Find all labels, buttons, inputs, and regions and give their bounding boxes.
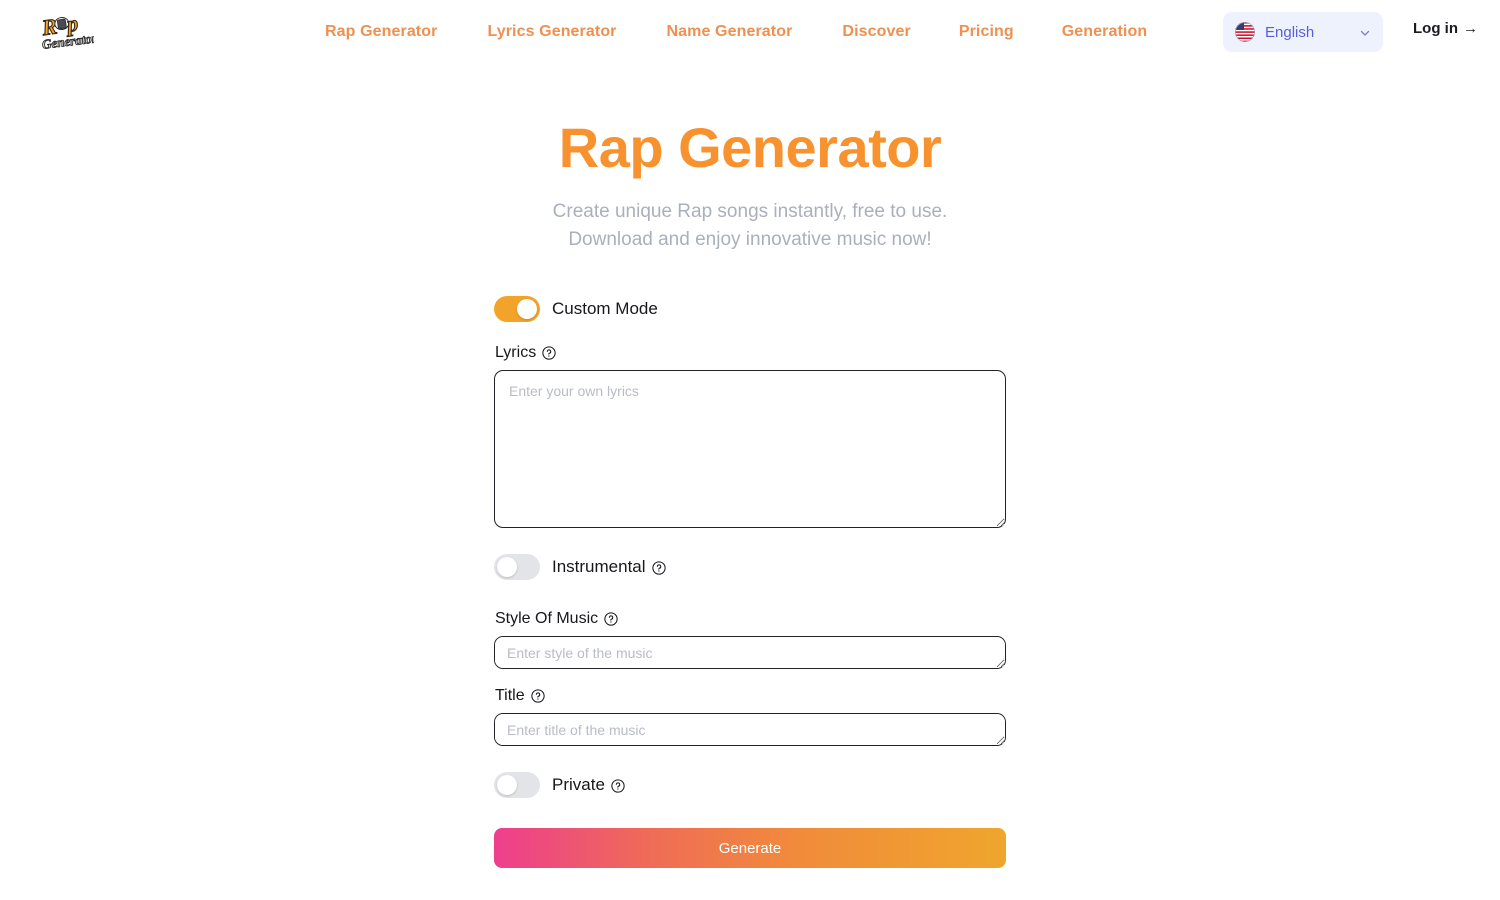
instrumental-toggle[interactable] <box>494 554 540 581</box>
help-circle-icon[interactable] <box>611 778 625 793</box>
toggle-knob <box>517 299 537 320</box>
generate-button[interactable]: Generate <box>494 828 1006 869</box>
custom-mode-toggle[interactable] <box>494 296 540 323</box>
nav-item-rap-generator[interactable]: Rap Generator <box>325 23 437 41</box>
title-label: Title <box>495 687 525 705</box>
nav-item-generation[interactable]: Generation <box>1062 23 1147 41</box>
us-flag-icon <box>1235 22 1255 42</box>
instrumental-row: Instrumental <box>494 554 1006 581</box>
private-label: Private <box>552 775 625 795</box>
custom-mode-label: Custom Mode <box>552 299 658 319</box>
lyrics-input[interactable] <box>494 370 1006 529</box>
main-nav: Rap Generator Lyrics Generator Name Gene… <box>325 0 1147 64</box>
subtitle-line-2: Download and enjoy innovative music now! <box>568 229 932 251</box>
chevron-down-icon <box>1359 26 1371 38</box>
language-selector[interactable]: English <box>1223 12 1383 52</box>
site-logo[interactable]: R p Generator <box>38 10 99 54</box>
private-row: Private <box>494 772 1006 799</box>
title-label-row: Title <box>495 687 1006 705</box>
style-label: Style Of Music <box>495 610 599 628</box>
private-toggle[interactable] <box>494 772 540 799</box>
instrumental-label: Instrumental <box>552 557 666 577</box>
title-input[interactable] <box>494 713 1006 747</box>
subtitle-line-1: Create unique Rap songs instantly, free … <box>552 201 948 222</box>
nav-item-discover[interactable]: Discover <box>842 23 910 41</box>
nav-item-lyrics-generator[interactable]: Lyrics Generator <box>487 23 616 41</box>
help-circle-icon[interactable] <box>530 689 545 703</box>
arrow-right-icon: → <box>1463 20 1478 37</box>
login-label: Log in <box>1413 20 1458 37</box>
nav-item-pricing[interactable]: Pricing <box>959 23 1014 41</box>
nav-item-name-generator[interactable]: Name Generator <box>667 23 793 41</box>
lyrics-label: Lyrics <box>495 344 537 362</box>
private-text: Private <box>552 775 605 795</box>
page-title: Rap Generator <box>558 116 942 179</box>
main-content: Rap Generator Create unique Rap songs in… <box>0 64 1500 869</box>
generator-form: Custom Mode Lyrics Instrumental <box>494 296 1006 869</box>
style-label-row: Style Of Music <box>495 610 1006 628</box>
custom-mode-row: Custom Mode <box>494 296 1006 323</box>
page-subtitle: Create unique Rap songs instantly, free … <box>553 198 948 254</box>
login-button[interactable]: Log in → <box>1413 20 1478 37</box>
top-header: R p Generator Rap Generator Lyrics Gener… <box>0 0 1500 64</box>
toggle-knob <box>497 775 517 796</box>
lyrics-label-row: Lyrics <box>495 344 1006 362</box>
help-circle-icon[interactable] <box>542 346 556 360</box>
toggle-knob <box>497 557 517 578</box>
style-of-music-input[interactable] <box>494 636 1006 670</box>
logo-graphic: R p Generator <box>39 10 99 52</box>
help-circle-icon[interactable] <box>604 612 618 626</box>
language-label: English <box>1265 23 1315 41</box>
instrumental-text: Instrumental <box>552 557 646 577</box>
help-circle-icon[interactable] <box>651 560 666 575</box>
